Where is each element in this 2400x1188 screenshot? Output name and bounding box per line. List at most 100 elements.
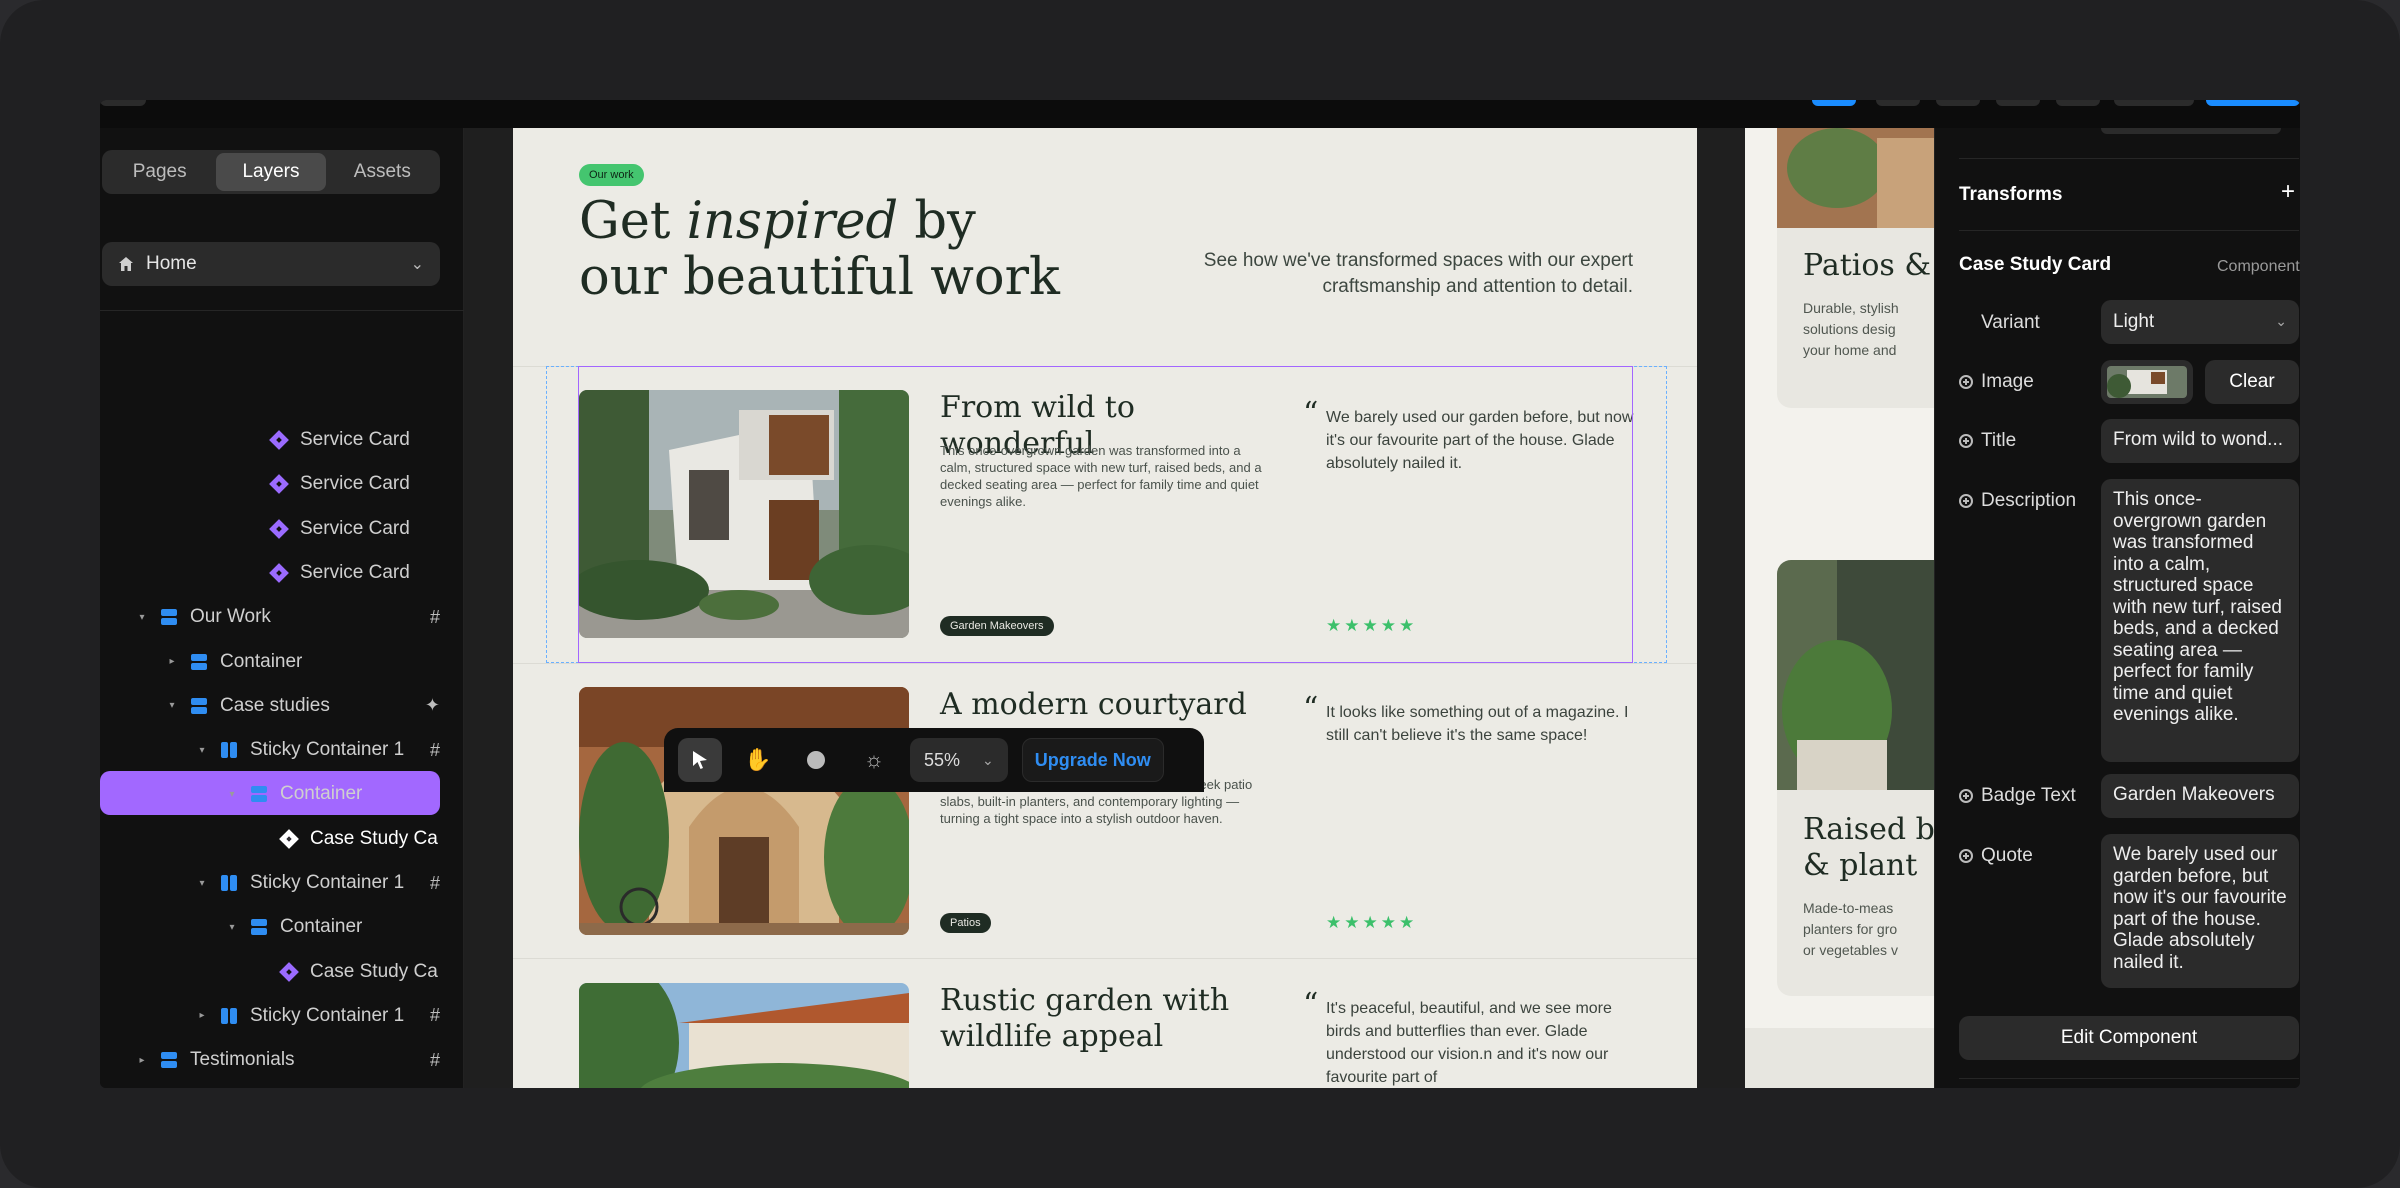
toolbar-button[interactable] [2056, 100, 2100, 106]
component-icon [270, 475, 288, 493]
sparkle-icon: ✦ [424, 695, 440, 716]
caret-right-icon[interactable]: ▸ [136, 1055, 148, 1066]
layer-row[interactable]: ▾ Our Work # [136, 595, 440, 639]
layer-row[interactable]: ▸ Container [166, 640, 440, 684]
hand-icon: ✋ [744, 747, 772, 772]
toolbar-button[interactable] [1936, 100, 1980, 106]
caret-down-icon[interactable]: ▾ [196, 878, 208, 889]
layer-row[interactable]: Service Card [246, 507, 440, 551]
zoom-select[interactable]: 55% ⌄ [910, 738, 1008, 782]
layer-row[interactable]: Case Study Ca [256, 950, 440, 994]
toolbar-button[interactable] [1876, 100, 1920, 106]
case-quote: It looks like something out of a magazin… [1326, 704, 1629, 744]
preview-card-text: or vegetables v [1803, 942, 1898, 958]
row-divider [513, 663, 1697, 664]
panel-divider [1959, 158, 2299, 159]
plus-circle-icon[interactable] [1959, 375, 1973, 389]
publish-button[interactable] [2206, 100, 2300, 106]
layer-row[interactable]: ▸ Sticky Container 1 # [196, 994, 440, 1038]
stack-icon [160, 608, 178, 626]
hand-tool-button[interactable]: ✋ [736, 738, 780, 782]
design-canvas[interactable]: Our work Get inspired by our beautiful wo… [464, 128, 2045, 1088]
hero-title-italic: inspired [686, 192, 899, 251]
theme-toggle-button[interactable]: ☼ [852, 738, 896, 782]
selection-outline[interactable] [578, 366, 1633, 663]
layer-row[interactable]: ▾ Container [226, 905, 440, 949]
sidebar-tabs: Pages Layers Assets [102, 150, 440, 194]
image-thumbnail-field[interactable] [2101, 360, 2193, 404]
panel-divider [1959, 230, 2299, 231]
layer-label: Case Study Ca [310, 827, 438, 849]
layer-row[interactable]: ▸Blog# [136, 1083, 440, 1089]
layer-row[interactable]: ▸ Testimonials # [136, 1038, 440, 1082]
plus-circle-icon[interactable] [1959, 849, 1973, 863]
select-tool-button[interactable] [678, 738, 722, 782]
quote-mark-icon: “ [1303, 691, 1319, 726]
page-selector-label: Home [146, 253, 197, 274]
properties-panel: Transforms + Case Study Card Component V… [1934, 128, 2300, 1088]
frame-icon: # [429, 872, 440, 893]
caret-right-icon[interactable]: ▸ [196, 1010, 208, 1021]
chevron-down-icon: ⌄ [2275, 313, 2287, 330]
toolbar-tab[interactable] [100, 100, 146, 106]
tab-assets[interactable]: Assets [328, 153, 437, 191]
description-textarea[interactable]: This once-overgrown garden was transform… [2101, 479, 2299, 762]
layer-row[interactable]: ▾ Sticky Container 1 # [196, 728, 440, 772]
hero-subtitle: See how we've transformed spaces with ou… [1203, 250, 1633, 297]
quote-textarea[interactable]: We barely used our garden before, but no… [2101, 834, 2299, 988]
plus-circle-icon[interactable] [1959, 494, 1973, 508]
case-image-rustic-garden[interactable] [579, 983, 909, 1088]
layer-label: Sticky Container 1 [250, 739, 405, 761]
caret-down-icon[interactable]: ▾ [166, 700, 178, 711]
layer-row[interactable]: Service Card [246, 462, 440, 506]
comment-tool-button[interactable] [794, 738, 838, 782]
title-input[interactable]: From wild to wond... [2101, 419, 2299, 463]
tab-pages[interactable]: Pages [105, 153, 214, 191]
page-selector[interactable]: Home ⌄ [102, 242, 440, 286]
layer-row[interactable]: Case Study Ca [256, 817, 440, 861]
clear-image-button[interactable]: Clear [2205, 360, 2299, 404]
layer-row[interactable]: ▾ Container [226, 772, 440, 816]
caret-right-icon[interactable]: ▸ [166, 656, 178, 667]
toolbar-button[interactable] [1996, 100, 2040, 106]
image-label: Image [1981, 371, 2034, 392]
layer-row[interactable]: Service Card [246, 551, 440, 595]
layer-row[interactable]: ▾ Case studies ✦ [166, 684, 440, 728]
add-transform-icon[interactable]: + [2281, 178, 2295, 206]
sidebar-divider [100, 310, 464, 311]
badge-input[interactable]: Garden Makeovers [2101, 774, 2299, 818]
panel-divider [1959, 1078, 2299, 1079]
caret-down-icon[interactable]: ▾ [136, 612, 148, 623]
caret-down-icon[interactable]: ▾ [226, 789, 238, 800]
row-divider [513, 958, 1697, 959]
edit-component-button[interactable]: Edit Component [1959, 1016, 2299, 1060]
page-frame[interactable]: Our work Get inspired by our beautiful wo… [513, 128, 1697, 1088]
transforms-header: Transforms [1959, 184, 2062, 206]
toolbar-button[interactable] [2114, 100, 2194, 106]
left-sidebar: Pages Layers Assets Home ⌄ Service Card S… [100, 128, 464, 1088]
top-toolbar-strip [100, 100, 2300, 128]
columns-icon [220, 874, 238, 892]
caret-down-icon[interactable]: ▾ [196, 745, 208, 756]
tab-layers[interactable]: Layers [216, 153, 326, 191]
case-quote: It's peaceful, beautiful, and we see mor… [1326, 1000, 1612, 1086]
layer-row[interactable]: ▾ Sticky Container 1 # [196, 861, 440, 905]
hero-title: Get inspired by our beautiful work [579, 194, 1099, 306]
preview-card-text: planters for gro [1803, 921, 1898, 937]
toolbar-button-active[interactable] [1812, 100, 1856, 106]
case-image-courtyard[interactable] [579, 687, 909, 935]
variant-select[interactable]: Light ⌄ [2101, 300, 2299, 344]
caret-down-icon[interactable]: ▾ [226, 922, 238, 933]
badge-label: Badge Text [1981, 785, 2076, 806]
plus-circle-icon[interactable] [1959, 434, 1973, 448]
description-label: Description [1981, 490, 2077, 511]
cursor-icon [693, 751, 707, 769]
preview-card-text: Made-to-meas [1803, 900, 1894, 916]
columns-icon [220, 741, 238, 759]
upgrade-button[interactable]: Upgrade Now [1021, 738, 1164, 782]
hero-title-rest: by [898, 192, 976, 251]
panel-field-partial [2101, 128, 2281, 134]
plus-circle-icon[interactable] [1959, 789, 1973, 803]
badge-prop: Badge Text [1959, 785, 2076, 807]
layer-row[interactable]: Service Card [246, 418, 440, 462]
